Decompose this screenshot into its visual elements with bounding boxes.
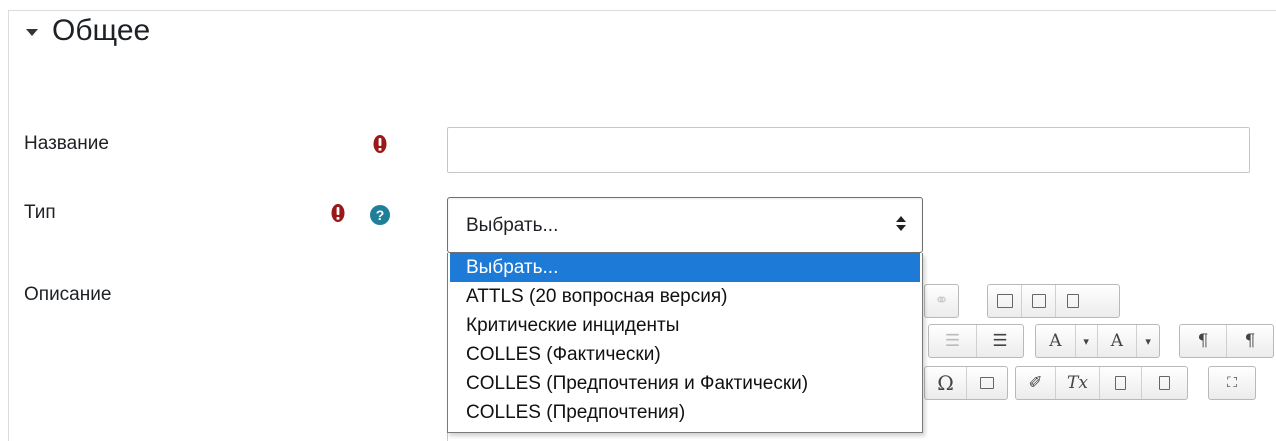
toolbar-group-clipboard: ✐ Tx bbox=[1015, 366, 1188, 400]
indent-icon[interactable]: ☰ bbox=[977, 325, 1023, 357]
clear-format-icon[interactable]: Tx bbox=[1056, 367, 1100, 399]
type-select-value: Выбрать... bbox=[466, 215, 559, 236]
paste-word-icon[interactable] bbox=[1142, 367, 1186, 399]
section-header-general[interactable]: Общее bbox=[26, 14, 150, 48]
background-color-icon[interactable]: A bbox=[1098, 325, 1138, 357]
caret-down-icon[interactable] bbox=[26, 28, 38, 36]
type-label: Тип bbox=[24, 202, 56, 223]
table-icon[interactable] bbox=[967, 367, 1007, 399]
outdent-icon[interactable]: ☰ bbox=[929, 325, 977, 357]
question-circle-icon[interactable]: ? bbox=[370, 205, 390, 225]
toolbar-group-fullscreen: ⛶ bbox=[1208, 366, 1256, 400]
toolbar-group-insert: Ω bbox=[924, 366, 1008, 400]
toolbar-group-indent: ☰ ☰ bbox=[928, 324, 1024, 358]
type-select[interactable]: Выбрать... bbox=[447, 197, 923, 253]
dropdown-option[interactable]: COLLES (Предпочтения) bbox=[448, 398, 922, 427]
paste-text-icon[interactable] bbox=[1100, 367, 1142, 399]
chevron-down-icon[interactable]: ▾ bbox=[1076, 325, 1098, 357]
dropdown-option[interactable]: COLLES (Предпочтения и Фактически) bbox=[448, 369, 922, 398]
dropdown-option[interactable]: COLLES (Фактически) bbox=[448, 340, 922, 369]
brush-icon[interactable]: ✐ bbox=[1016, 367, 1056, 399]
special-chars-icon[interactable]: Ω bbox=[925, 367, 967, 399]
toolbar-group-media bbox=[987, 284, 1120, 318]
exclamation-circle-icon bbox=[331, 203, 345, 225]
select-arrows-icon bbox=[896, 216, 906, 234]
chevron-down-icon[interactable]: ▾ bbox=[1137, 325, 1159, 357]
font-color-icon[interactable]: A bbox=[1036, 325, 1076, 357]
section-title: Общее bbox=[52, 14, 151, 47]
media-icon[interactable] bbox=[1022, 285, 1056, 317]
type-dropdown-list[interactable]: Выбрать... ATTLS (20 вопросная версия) К… bbox=[447, 253, 923, 433]
ltr-icon[interactable]: ¶ bbox=[1180, 325, 1227, 357]
exclamation-circle-icon bbox=[373, 134, 387, 156]
fullscreen-icon[interactable]: ⛶ bbox=[1209, 367, 1255, 399]
toolbar-group-direction: ¶ ¶ bbox=[1179, 324, 1274, 358]
unlink-icon[interactable]: ⚭ bbox=[925, 285, 958, 317]
dropdown-option[interactable]: Выбрать... bbox=[450, 253, 920, 282]
manage-files-icon[interactable] bbox=[1056, 285, 1090, 317]
name-input[interactable] bbox=[447, 127, 1250, 173]
image-icon[interactable] bbox=[988, 285, 1022, 317]
dropdown-option[interactable]: ATTLS (20 вопросная версия) bbox=[448, 282, 922, 311]
dropdown-option[interactable]: Критические инциденты bbox=[448, 311, 922, 340]
name-label: Название bbox=[24, 133, 109, 154]
toolbar-group-colors: A ▾ A ▾ bbox=[1035, 324, 1160, 358]
description-label: Описание bbox=[24, 284, 112, 305]
toolbar-group-link: ⚭ bbox=[924, 284, 959, 318]
rtl-icon[interactable]: ¶ bbox=[1227, 325, 1273, 357]
